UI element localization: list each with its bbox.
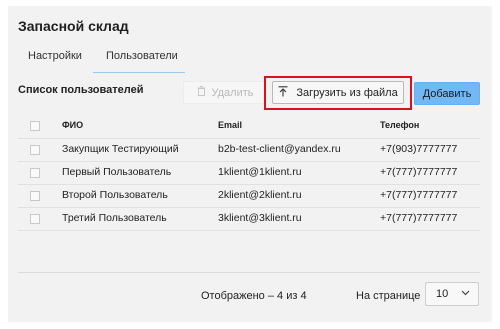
user-email: b2b-test-client@yandex.ru: [218, 143, 341, 155]
user-email: 3klient@3klient.ru: [218, 212, 302, 224]
table-row[interactable]: Первый Пользователь 1klient@1klient.ru +…: [18, 163, 480, 186]
upload-from-file-button[interactable]: Загрузить из файла: [272, 81, 404, 104]
column-header-email: Email: [218, 120, 243, 130]
table-row[interactable]: Третий Пользователь 3klient@3klient.ru +…: [18, 209, 480, 232]
user-phone: +7(777)7777777: [380, 166, 458, 178]
per-page-label: На странице: [356, 290, 421, 302]
row-divider: [18, 184, 480, 185]
user-name: Первый Пользователь: [62, 166, 172, 178]
pagination-count: Отображено – 4 из 4: [201, 290, 307, 302]
add-user-button[interactable]: Добавить: [414, 82, 480, 105]
footer-divider: [18, 272, 480, 273]
row-checkbox[interactable]: [30, 168, 40, 178]
row-checkbox[interactable]: [30, 191, 40, 201]
per-page-value: 10: [436, 288, 449, 300]
per-page-select[interactable]: 10: [425, 282, 479, 306]
row-divider: [18, 161, 480, 162]
table-row[interactable]: Второй Пользователь 2klient@2klient.ru +…: [18, 186, 480, 209]
row-checkbox[interactable]: [30, 214, 40, 224]
user-name: Второй Пользователь: [62, 189, 168, 201]
trash-icon: [197, 86, 206, 99]
user-email: 2klient@2klient.ru: [218, 189, 302, 201]
user-name: Третий Пользователь: [62, 212, 167, 224]
page-title: Запасной склад: [18, 18, 129, 34]
tab-users[interactable]: Пользователи: [106, 50, 178, 62]
user-phone: +7(777)7777777: [380, 212, 458, 224]
table-header-row: ФИО Email Телефон: [18, 116, 480, 139]
column-header-name: ФИО: [62, 120, 84, 130]
upload-button-label: Загрузить из файла: [296, 86, 398, 99]
chevron-down-icon: [461, 287, 470, 302]
user-list-title: Список пользователей: [18, 84, 144, 96]
user-phone: +7(903)7777777: [380, 143, 458, 155]
user-name: Закупщик Тестирующий: [62, 143, 179, 155]
upload-icon: [278, 85, 288, 100]
row-checkbox[interactable]: [30, 145, 40, 155]
row-divider: [18, 230, 480, 231]
user-phone: +7(777)7777777: [380, 189, 458, 201]
active-tab-indicator: [93, 72, 185, 73]
user-email: 1klient@1klient.ru: [218, 166, 302, 178]
column-header-phone: Телефон: [380, 120, 420, 130]
delete-button-label: Удалить: [211, 86, 254, 99]
warehouse-panel: Запасной склад Настройки Пользователи Сп…: [8, 6, 492, 322]
tab-settings[interactable]: Настройки: [28, 50, 82, 62]
row-divider: [18, 138, 480, 139]
select-all-checkbox[interactable]: [30, 121, 40, 131]
delete-button[interactable]: Удалить: [183, 81, 267, 104]
table-row[interactable]: Закупщик Тестирующий b2b-test-client@yan…: [18, 140, 480, 163]
row-divider: [18, 207, 480, 208]
